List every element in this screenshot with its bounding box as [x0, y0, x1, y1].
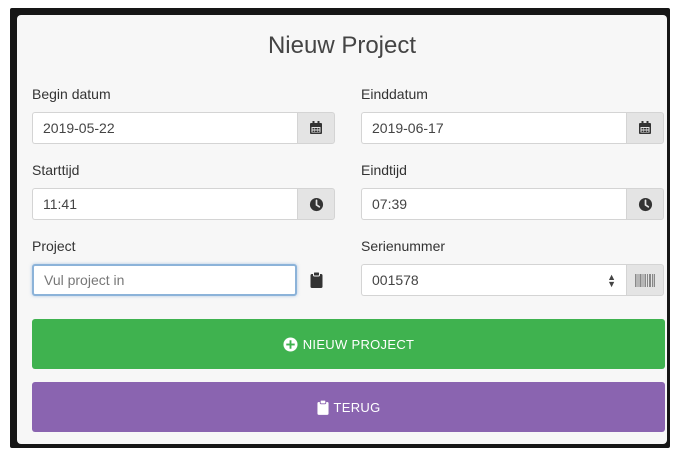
end-time-input[interactable]: 07:39	[361, 188, 626, 220]
new-project-button-label: NIEUW PROJECT	[302, 336, 415, 352]
start-time-group: 11:41	[32, 188, 335, 220]
serial-number-select[interactable]: 001578 ▲ ▼	[361, 264, 626, 296]
begin-date-input[interactable]: 2019-05-22	[32, 112, 297, 144]
clock-icon[interactable]	[297, 188, 335, 220]
calendar-icon[interactable]	[297, 112, 335, 144]
begin-date-group: 2019-05-22	[32, 112, 335, 144]
page-title: Nieuw Project	[267, 32, 417, 59]
end-date-group: 2019-06-17	[361, 112, 664, 144]
end-time-label: Eindtijd	[361, 162, 407, 178]
serial-number-group: 001578 ▲ ▼	[361, 264, 664, 296]
end-time-group: 07:39	[361, 188, 664, 220]
clipboard-icon[interactable]	[297, 264, 335, 296]
barcode-icon[interactable]	[626, 264, 664, 296]
new-project-button[interactable]: NIEUW PROJECT	[32, 319, 665, 369]
begin-date-label: Begin datum	[32, 86, 111, 102]
back-button-label: TERUG	[333, 399, 381, 415]
plus-circle-icon	[283, 336, 298, 352]
project-label: Project	[32, 238, 76, 254]
end-date-input[interactable]: 2019-06-17	[361, 112, 626, 144]
serial-number-label: Serienummer	[361, 238, 446, 254]
clipboard-icon	[316, 399, 329, 415]
clock-icon[interactable]	[626, 188, 664, 220]
project-group: Vul project in	[32, 264, 335, 296]
end-date-label: Einddatum	[361, 86, 428, 102]
calendar-icon[interactable]	[626, 112, 664, 144]
select-arrows-icon: ▲ ▼	[607, 272, 616, 289]
serial-number-value: 001578	[372, 272, 419, 288]
back-button[interactable]: TERUG	[32, 382, 665, 432]
project-input[interactable]: Vul project in	[32, 264, 297, 296]
new-project-card: Nieuw Project Begin datum 2019-05-22 Ein…	[17, 15, 667, 444]
start-time-label: Starttijd	[32, 162, 80, 178]
start-time-input[interactable]: 11:41	[32, 188, 297, 220]
